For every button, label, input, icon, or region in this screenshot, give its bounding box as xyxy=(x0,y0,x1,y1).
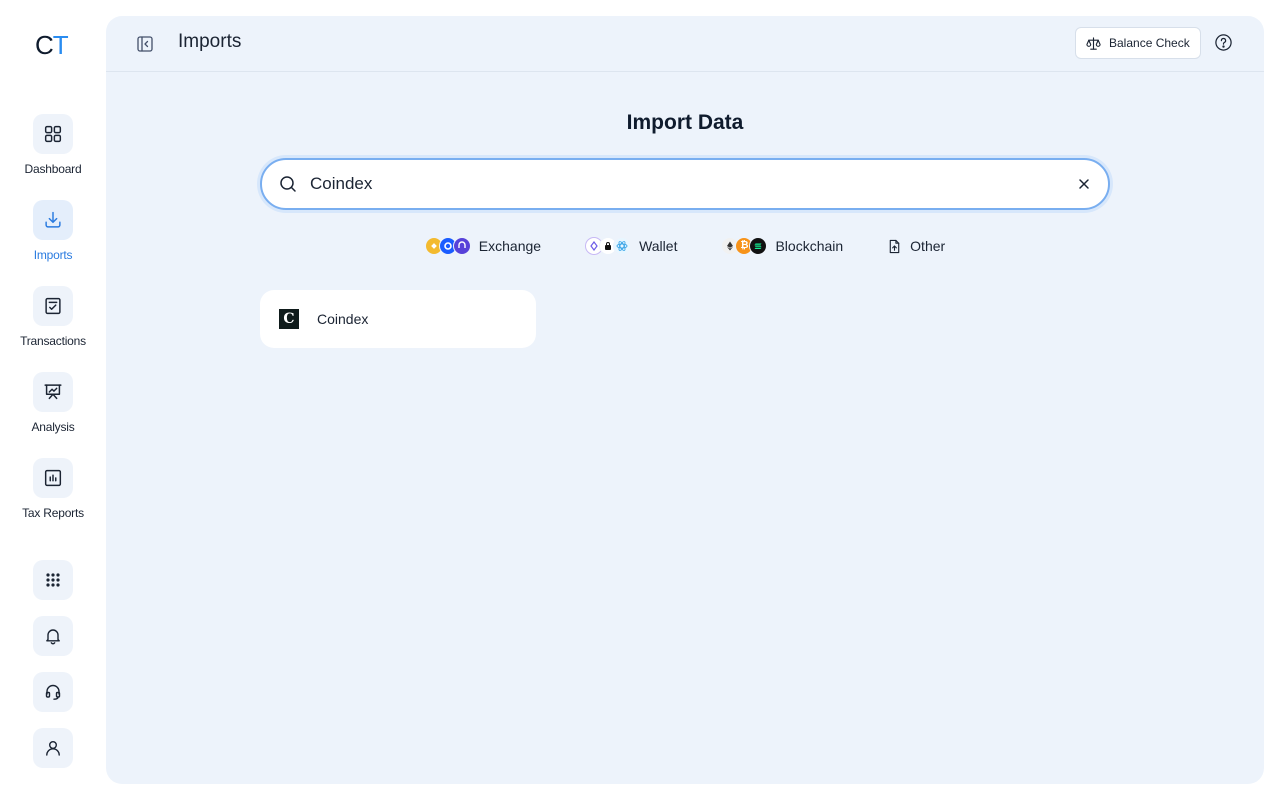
blockchain-logos: ₿ xyxy=(721,237,768,255)
sidebar-item-label: Transactions xyxy=(20,334,86,348)
filter-other[interactable]: Other xyxy=(887,234,945,258)
download-icon xyxy=(33,200,73,240)
user-icon xyxy=(46,741,60,756)
apps-grid-button[interactable] xyxy=(33,560,73,600)
balance-check-label: Balance Check xyxy=(1109,36,1190,50)
exchange-logos xyxy=(424,237,471,255)
app-logo[interactable]: CT xyxy=(35,30,69,61)
file-upload-icon xyxy=(889,239,900,253)
filter-label: Wallet xyxy=(639,238,678,254)
sidebar-item-analysis[interactable]: Analysis xyxy=(0,372,106,434)
sidebar-collapse-icon[interactable] xyxy=(136,35,154,53)
coindex-logo-icon: C xyxy=(279,309,299,329)
result-card-coindex[interactable]: C Coindex xyxy=(260,290,536,348)
result-name: Coindex xyxy=(317,311,369,327)
sidebar-item-transactions[interactable]: Transactions xyxy=(0,286,106,348)
category-filters: Exchange Wallet ₿ Blockchain Other xyxy=(106,234,1264,258)
sidebar-item-tax-reports[interactable]: Tax Reports xyxy=(0,458,106,520)
kraken-icon xyxy=(452,237,471,255)
presentation-icon xyxy=(33,372,73,412)
sidebar: CT Dashboard Imports Transactions Analys… xyxy=(0,0,106,800)
top-bar: Imports Balance Check xyxy=(106,16,1264,72)
support-button[interactable] xyxy=(33,672,73,712)
import-heading: Import Data xyxy=(626,111,744,134)
filter-blockchain[interactable]: ₿ Blockchain xyxy=(721,234,843,258)
sidebar-item-label: Tax Reports xyxy=(22,506,84,520)
bar-report-icon xyxy=(33,458,73,498)
sidebar-item-imports[interactable]: Imports xyxy=(0,200,106,262)
wallet-logos xyxy=(585,237,632,255)
solana-icon xyxy=(749,237,768,255)
apps-grid-icon xyxy=(46,573,60,587)
headset-icon xyxy=(45,684,61,700)
logo-letter-c: C xyxy=(35,30,54,60)
bell-icon xyxy=(46,629,60,645)
clear-icon[interactable] xyxy=(1076,176,1092,192)
page-title: Imports xyxy=(178,31,242,52)
scale-icon xyxy=(1086,36,1101,50)
sidebar-item-label: Analysis xyxy=(31,420,75,434)
balance-check-button[interactable]: Balance Check xyxy=(1075,27,1201,59)
notifications-button[interactable] xyxy=(33,616,73,656)
main-panel: Imports Balance Check Import Data Exchan… xyxy=(106,16,1264,784)
profile-button[interactable] xyxy=(33,728,73,768)
filter-label: Blockchain xyxy=(775,238,844,254)
logo-letter-t: T xyxy=(52,30,69,60)
filter-wallet[interactable]: Wallet xyxy=(585,234,677,258)
atom-wallet-icon xyxy=(613,237,632,255)
checklist-icon xyxy=(33,286,73,326)
filter-label: Other xyxy=(910,238,946,254)
search-icon xyxy=(280,176,296,192)
filter-label: Exchange xyxy=(478,238,542,254)
sidebar-item-dashboard[interactable]: Dashboard xyxy=(0,114,106,176)
grid-icon xyxy=(33,114,73,154)
help-icon[interactable] xyxy=(1214,33,1233,52)
search-input[interactable] xyxy=(310,170,1050,198)
filter-exchange[interactable]: Exchange xyxy=(424,234,542,258)
sidebar-item-label: Dashboard xyxy=(24,162,82,176)
search-box xyxy=(260,158,1110,210)
sidebar-item-label: Imports xyxy=(33,248,73,262)
